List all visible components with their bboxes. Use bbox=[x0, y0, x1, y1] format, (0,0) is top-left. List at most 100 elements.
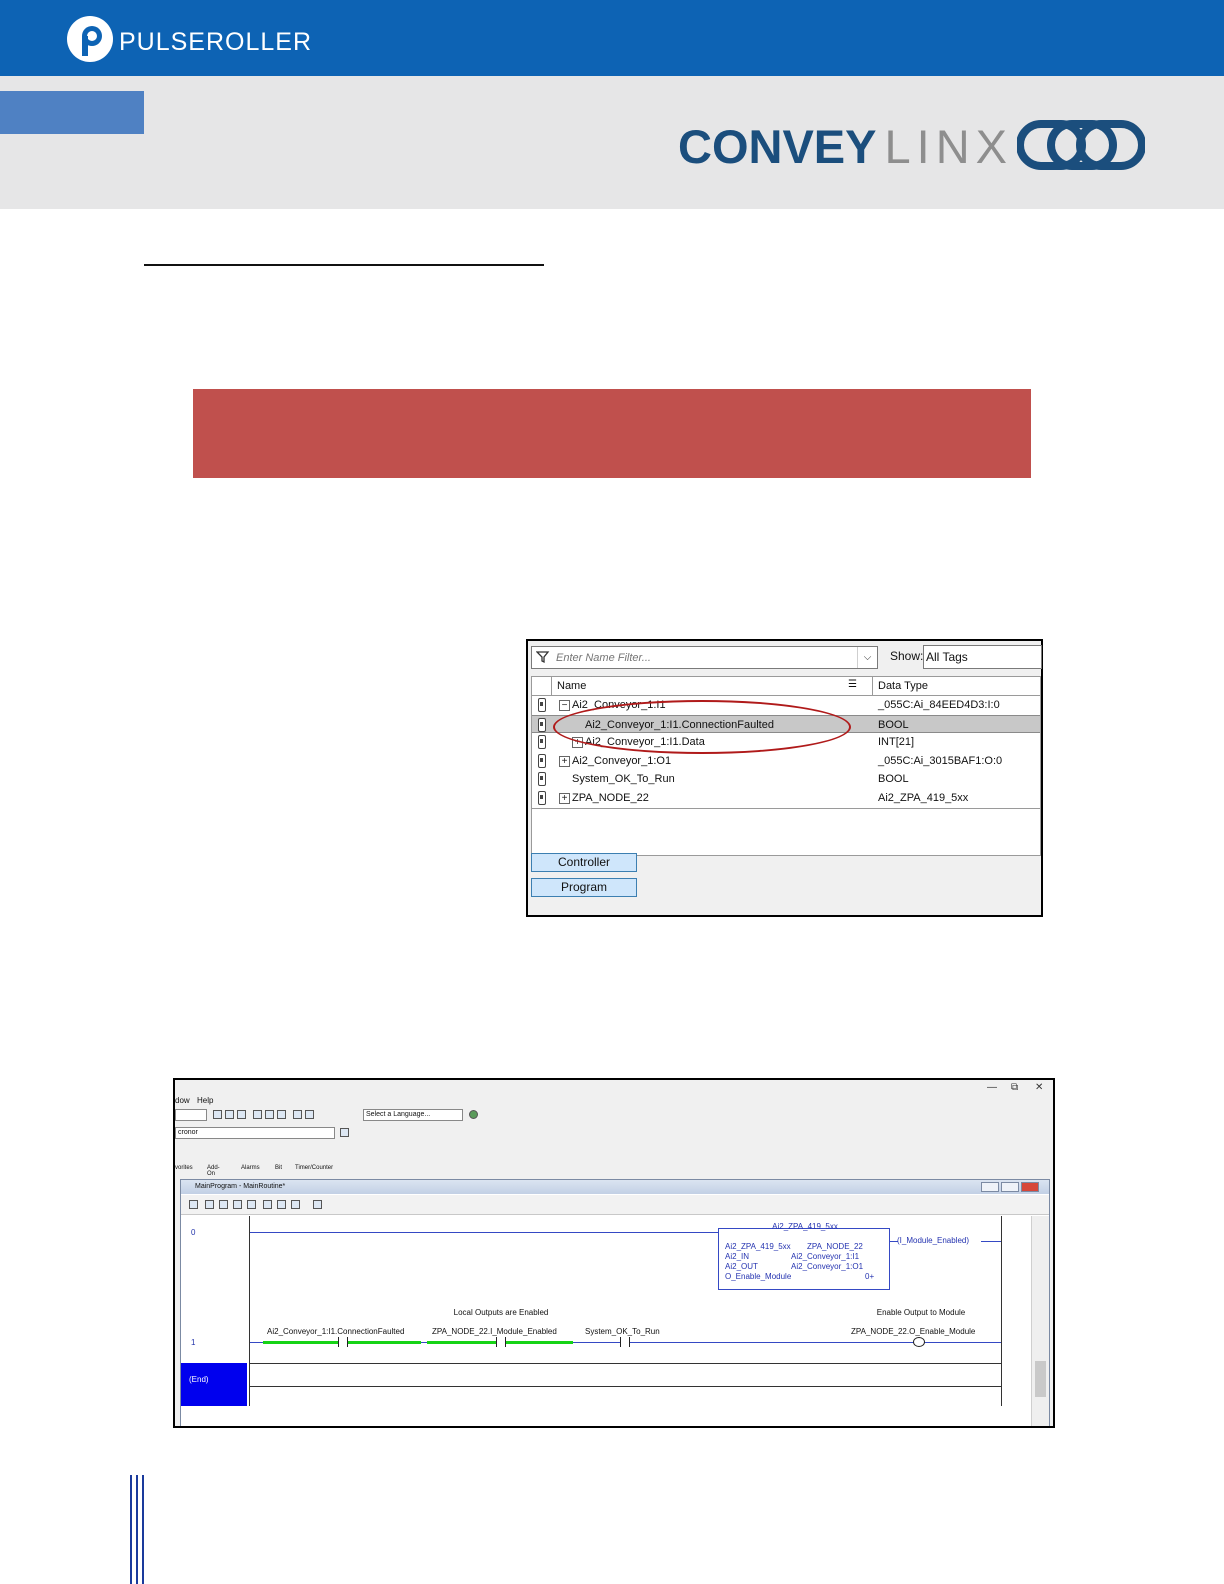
end-rung-line bbox=[250, 1386, 1001, 1387]
tag-browser-window: ⌵ Show: All Tags Name ☰ Data Type −Ai2_C… bbox=[526, 639, 1043, 917]
aoi-block[interactable]: Ai2_ZPA_419_5xx Ai2_ZPA_419_5xx ZPA_NODE… bbox=[718, 1222, 890, 1290]
rung-comment-local-outputs: Local Outputs are Enabled bbox=[453, 1308, 549, 1317]
routine-close-button[interactable] bbox=[1021, 1182, 1039, 1192]
warning-banner bbox=[193, 389, 1031, 478]
tag-data-type: INT[21] bbox=[878, 736, 915, 748]
contact-tag-module-enabled[interactable]: ZPA_NODE_22.I_Module_Enabled bbox=[432, 1327, 557, 1336]
coil-tag-enable-module[interactable]: ZPA_NODE_22.O_Enable_Module bbox=[851, 1327, 975, 1336]
highlight-ellipse bbox=[553, 700, 851, 754]
name-filter-input[interactable] bbox=[556, 649, 836, 666]
scrollbar-thumb[interactable] bbox=[1035, 1361, 1046, 1397]
ladder-tool-icon[interactable] bbox=[189, 1200, 198, 1209]
energized-wire bbox=[263, 1341, 339, 1344]
tab-bit[interactable]: Bit bbox=[275, 1165, 282, 1171]
show-select[interactable]: All Tags bbox=[923, 645, 1042, 669]
aoi-value[interactable]: Ai2_Conveyor_1:I1 bbox=[791, 1252, 859, 1261]
ladder-tool-icon[interactable] bbox=[277, 1200, 286, 1209]
section-tab bbox=[0, 91, 144, 134]
header-icon-column bbox=[532, 677, 552, 696]
expand-icon[interactable]: + bbox=[559, 755, 570, 767]
toolbar-icon[interactable] bbox=[237, 1110, 246, 1119]
ladder-editor-window: — ⧉ ✕ dow Help Select a Language... cron… bbox=[173, 1078, 1055, 1428]
ladder-tool-icon[interactable] bbox=[233, 1200, 242, 1209]
xic-contact[interactable] bbox=[496, 1337, 506, 1347]
menu-help[interactable]: Help bbox=[197, 1096, 213, 1105]
ladder-tool-icon[interactable] bbox=[219, 1200, 228, 1209]
ladder-tool-icon[interactable] bbox=[263, 1200, 272, 1209]
aoi-value[interactable]: Ai2_Conveyor_1:O1 bbox=[791, 1262, 863, 1271]
tab-add-on[interactable]: Add-On bbox=[207, 1165, 220, 1177]
toolbar-dropdown[interactable] bbox=[175, 1109, 207, 1121]
tag-data-type: _055C:Ai_84EED4D3:I:0 bbox=[878, 699, 1000, 711]
aoi-value[interactable]: 0+ bbox=[865, 1272, 874, 1281]
aoi-output-wire bbox=[981, 1241, 1001, 1242]
grid-bottom-divider bbox=[532, 808, 1040, 809]
tab-alarms[interactable]: Alarms bbox=[241, 1165, 260, 1171]
aoi-param: Ai2_OUT bbox=[725, 1262, 758, 1271]
language-select[interactable]: Select a Language... bbox=[363, 1109, 463, 1121]
ladder-tool-icon[interactable] bbox=[313, 1200, 322, 1209]
tag-data-type: BOOL bbox=[878, 718, 909, 731]
sort-icon[interactable]: ☰ bbox=[848, 679, 866, 693]
chain-link-icon bbox=[1017, 120, 1145, 170]
routine-restore-button[interactable] bbox=[1001, 1182, 1019, 1192]
column-header-data-type[interactable]: Data Type bbox=[878, 680, 928, 692]
routine-title: MainProgram - MainRoutine* bbox=[181, 1180, 1049, 1194]
module-enabled-output[interactable]: (I_Module_Enabled) bbox=[897, 1236, 969, 1245]
tag-name[interactable]: ZPA_NODE_22 bbox=[572, 792, 649, 804]
logo-word-convey: CONVEY bbox=[678, 119, 877, 173]
tag-name[interactable]: Ai2_Conveyor_1:O1 bbox=[572, 755, 671, 767]
tag-row[interactable]: + Ai2_Conveyor_1:O1 _055C:Ai_3015BAF1:O:0 bbox=[532, 752, 1040, 771]
controller-button[interactable]: Controller bbox=[531, 853, 637, 872]
program-button[interactable]: Program bbox=[531, 878, 637, 897]
project-field[interactable]: cronor bbox=[175, 1127, 335, 1139]
menu-window[interactable]: dow bbox=[175, 1096, 190, 1105]
tag-grid: Name ☰ Data Type − Ai2_Conveyor_1:I1 _055C… bbox=[531, 676, 1041, 856]
collapse-icon[interactable]: − bbox=[559, 700, 570, 711]
name-filter-field[interactable]: ⌵ bbox=[531, 646, 878, 669]
toolbar-icon[interactable] bbox=[225, 1110, 234, 1119]
zoom-out-icon[interactable] bbox=[305, 1110, 314, 1119]
filter-icon bbox=[536, 651, 550, 664]
close-icon[interactable]: ✕ bbox=[1035, 1082, 1043, 1093]
minimize-icon[interactable]: — bbox=[987, 1082, 997, 1093]
contact-tag-connection-faulted[interactable]: Ai2_Conveyor_1:I1.ConnectionFaulted bbox=[267, 1327, 404, 1336]
toolbar-icon[interactable] bbox=[253, 1110, 262, 1119]
energized-wire bbox=[347, 1341, 421, 1344]
rung-0-wire bbox=[250, 1232, 718, 1233]
ladder-tool-icon[interactable] bbox=[291, 1200, 300, 1209]
energized-wire bbox=[505, 1341, 573, 1344]
zoom-in-icon[interactable] bbox=[293, 1110, 302, 1119]
tag-name[interactable]: System_OK_To_Run bbox=[572, 773, 675, 785]
aoi-value[interactable]: ZPA_NODE_22 bbox=[807, 1242, 863, 1251]
toolbar-icon[interactable] bbox=[265, 1110, 274, 1119]
tag-row[interactable]: System_OK_To_Run BOOL bbox=[532, 770, 1040, 789]
network-icon[interactable] bbox=[340, 1128, 349, 1137]
xic-contact[interactable] bbox=[620, 1337, 630, 1347]
ladder-tool-icon[interactable] bbox=[247, 1200, 256, 1209]
tab-timer-counter[interactable]: Timer/Counter bbox=[295, 1165, 333, 1171]
toolbar-icon[interactable] bbox=[213, 1110, 222, 1119]
chevron-down-icon[interactable]: ⌵ bbox=[857, 647, 877, 668]
globe-icon[interactable] bbox=[469, 1110, 478, 1119]
routine-minimize-button[interactable] bbox=[981, 1182, 999, 1192]
xio-contact[interactable] bbox=[338, 1337, 348, 1347]
column-header-name[interactable]: Name bbox=[557, 680, 586, 692]
tag-lock-icon bbox=[538, 772, 546, 786]
ladder-toolbar bbox=[181, 1195, 1049, 1215]
ladder-tool-icon[interactable] bbox=[205, 1200, 214, 1209]
ladder-canvas[interactable]: 0 Ai2_ZPA_419_5xx Ai2_ZPA_419_5xx ZPA_NO… bbox=[181, 1216, 1031, 1426]
tag-data-type: BOOL bbox=[878, 773, 909, 785]
aoi-param: Ai2_IN bbox=[725, 1252, 750, 1261]
column-divider[interactable] bbox=[872, 677, 873, 696]
ote-coil[interactable] bbox=[913, 1337, 925, 1347]
vertical-scrollbar[interactable] bbox=[1031, 1216, 1049, 1426]
restore-icon[interactable]: ⧉ bbox=[1011, 1082, 1018, 1093]
rung-divider bbox=[250, 1363, 1001, 1364]
toolbar-icon[interactable] bbox=[277, 1110, 286, 1119]
tab-favorites[interactable]: vorites bbox=[175, 1165, 193, 1171]
tag-row[interactable]: + ZPA_NODE_22 Ai2_ZPA_419_5xx bbox=[532, 789, 1040, 808]
show-label: Show: bbox=[890, 649, 924, 663]
contact-tag-system-ok[interactable]: System_OK_To_Run bbox=[585, 1327, 660, 1336]
expand-icon[interactable]: + bbox=[559, 792, 570, 804]
